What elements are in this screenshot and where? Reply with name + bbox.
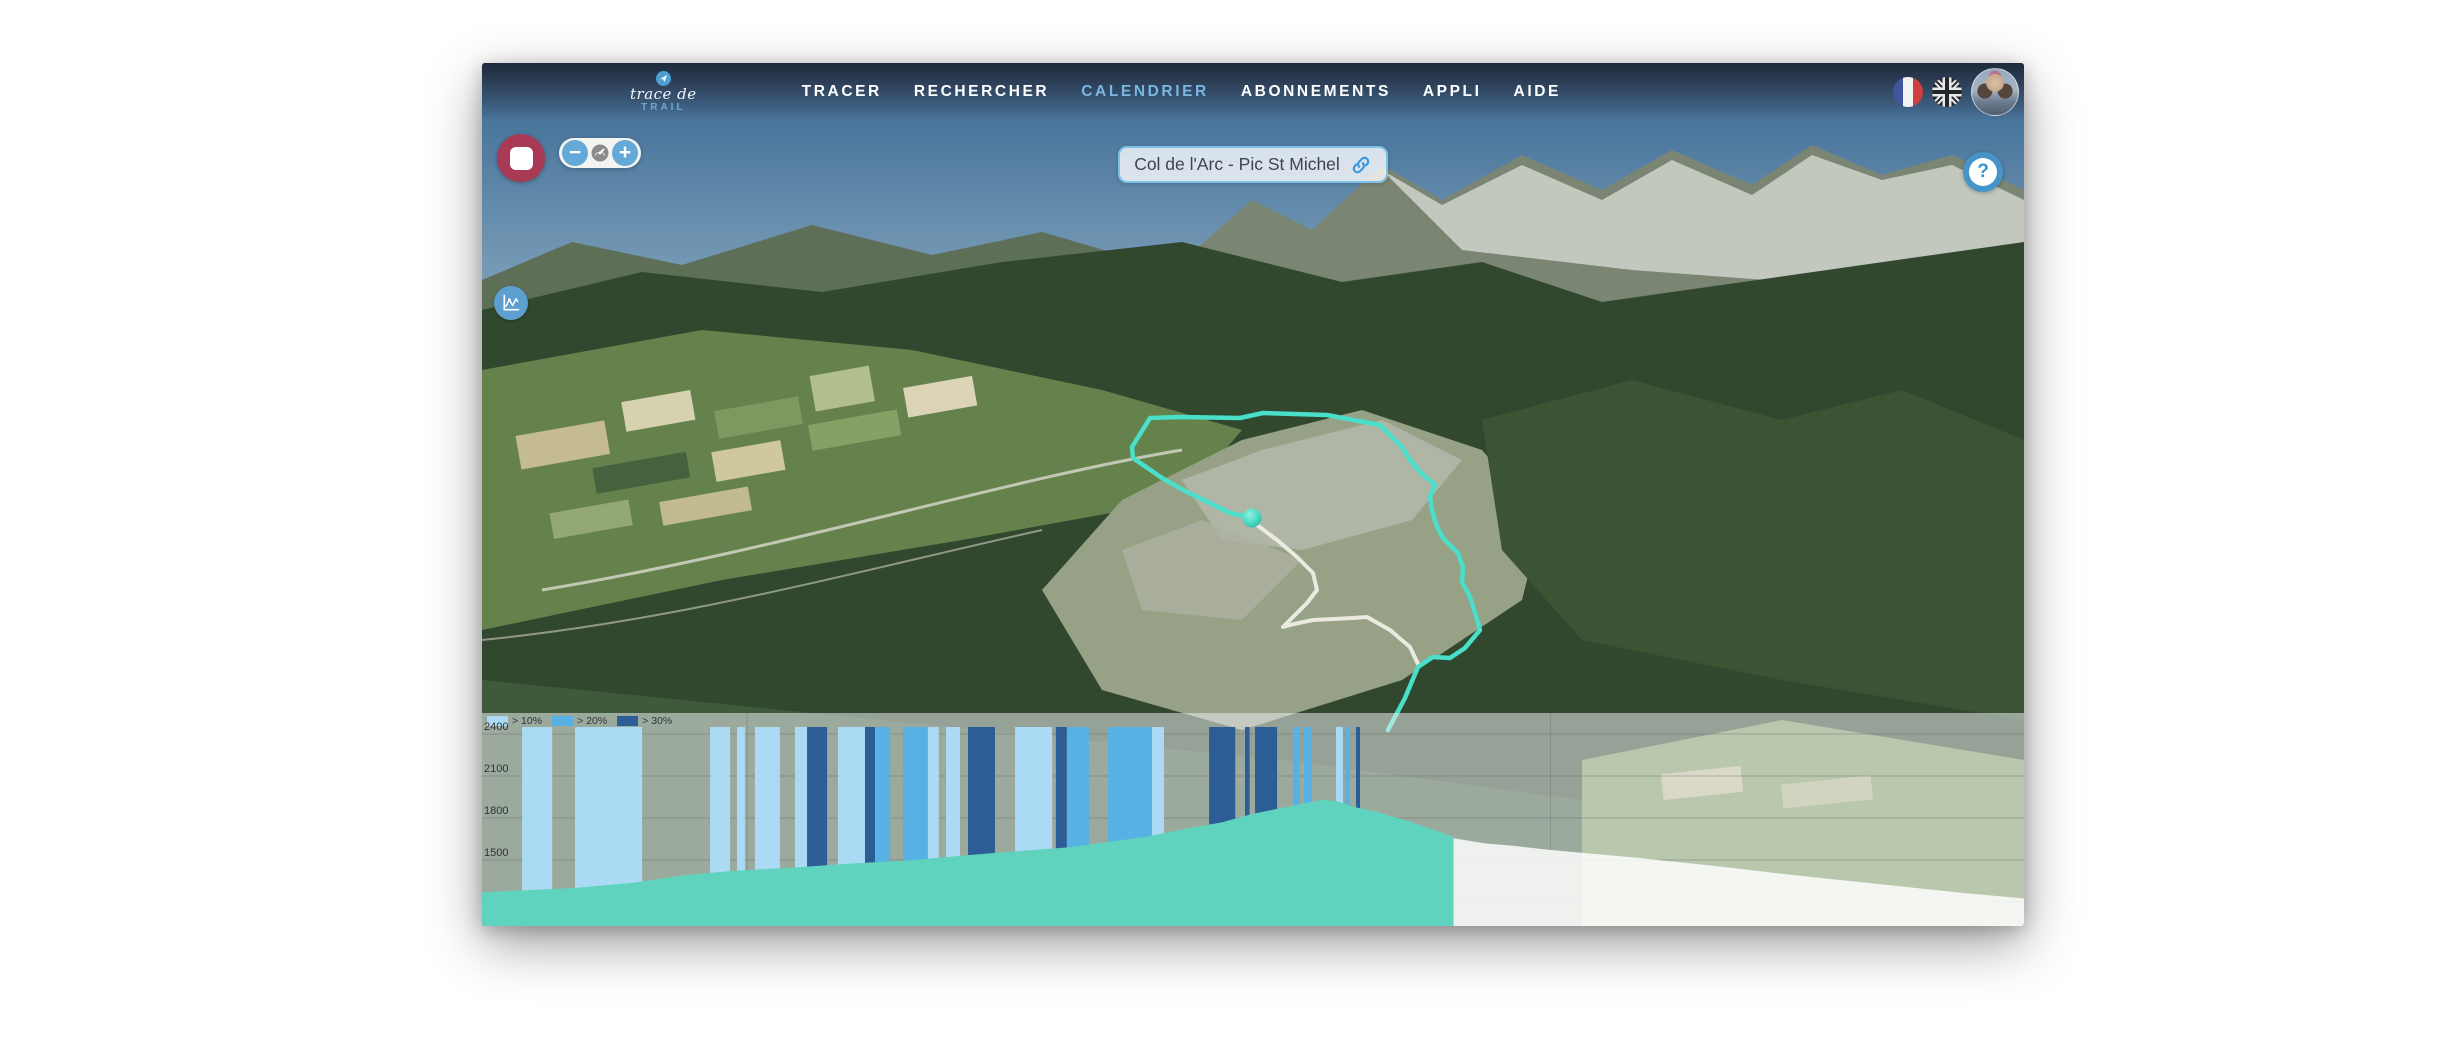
elevation-profile-chart[interactable]: > 10% > 20% > 30% 2400 2100 1800 1500 (482, 713, 2024, 926)
legend-item-grade20: > 20% (552, 715, 607, 727)
ytick-2400: 2400 (484, 721, 508, 733)
zoom-out-button[interactable]: − (562, 140, 588, 166)
help-button[interactable]: ? (1963, 152, 2003, 192)
logo-script-text: trace de (630, 87, 697, 102)
speed-gauge-icon[interactable] (591, 144, 609, 162)
link-icon[interactable] (1350, 154, 1372, 176)
elevation-chart-canvas[interactable] (482, 713, 2024, 926)
nav-item-aide[interactable]: AIDE (1514, 83, 1561, 101)
nav-item-tracer[interactable]: TRACER (802, 83, 882, 101)
zoom-control: − + (559, 138, 641, 168)
zoom-in-button[interactable]: + (612, 140, 638, 166)
question-mark-icon: ? (1969, 158, 1997, 186)
french-flag-icon[interactable] (1893, 77, 1923, 107)
ytick-1800: 1800 (484, 805, 508, 817)
ytick-2100: 2100 (484, 763, 508, 775)
stop-icon (510, 147, 533, 170)
gradient-legend: > 10% > 20% > 30% (487, 715, 672, 727)
grade30-swatch (617, 716, 638, 726)
nav-item-abonnements[interactable]: ABONNEMENTS (1241, 83, 1391, 101)
nav-item-appli[interactable]: APPLI (1423, 83, 1482, 101)
logo[interactable]: trace de TRAIL (630, 71, 697, 113)
route-title-pill[interactable]: Col de l'Arc - Pic St Michel (1118, 146, 1388, 183)
stop-flyover-button[interactable] (497, 134, 545, 182)
logo-pin-icon (656, 71, 671, 86)
grade20-swatch (552, 716, 573, 726)
ytick-1500: 1500 (484, 847, 508, 859)
user-avatar[interactable] (1971, 68, 2019, 116)
legend-item-grade30: > 30% (617, 715, 672, 727)
route-title: Col de l'Arc - Pic St Michel (1134, 154, 1340, 175)
uk-flag-icon[interactable] (1932, 77, 1962, 107)
navbar: trace de TRAIL TRACER RECHERCHER CALENDR… (482, 63, 2024, 120)
line-chart-icon (501, 293, 521, 313)
nav-menu: TRACER RECHERCHER CALENDRIER ABONNEMENTS… (802, 83, 1561, 101)
nav-right (1893, 68, 2019, 116)
logo-trail-text: TRAIL (641, 103, 685, 113)
current-position-marker (1243, 509, 1262, 528)
app-window: trace de TRAIL TRACER RECHERCHER CALENDR… (482, 63, 2024, 926)
elevation-profile-toggle-button[interactable] (494, 286, 528, 320)
nav-item-rechercher[interactable]: RECHERCHER (914, 83, 1049, 101)
nav-item-calendrier[interactable]: CALENDRIER (1081, 83, 1209, 101)
